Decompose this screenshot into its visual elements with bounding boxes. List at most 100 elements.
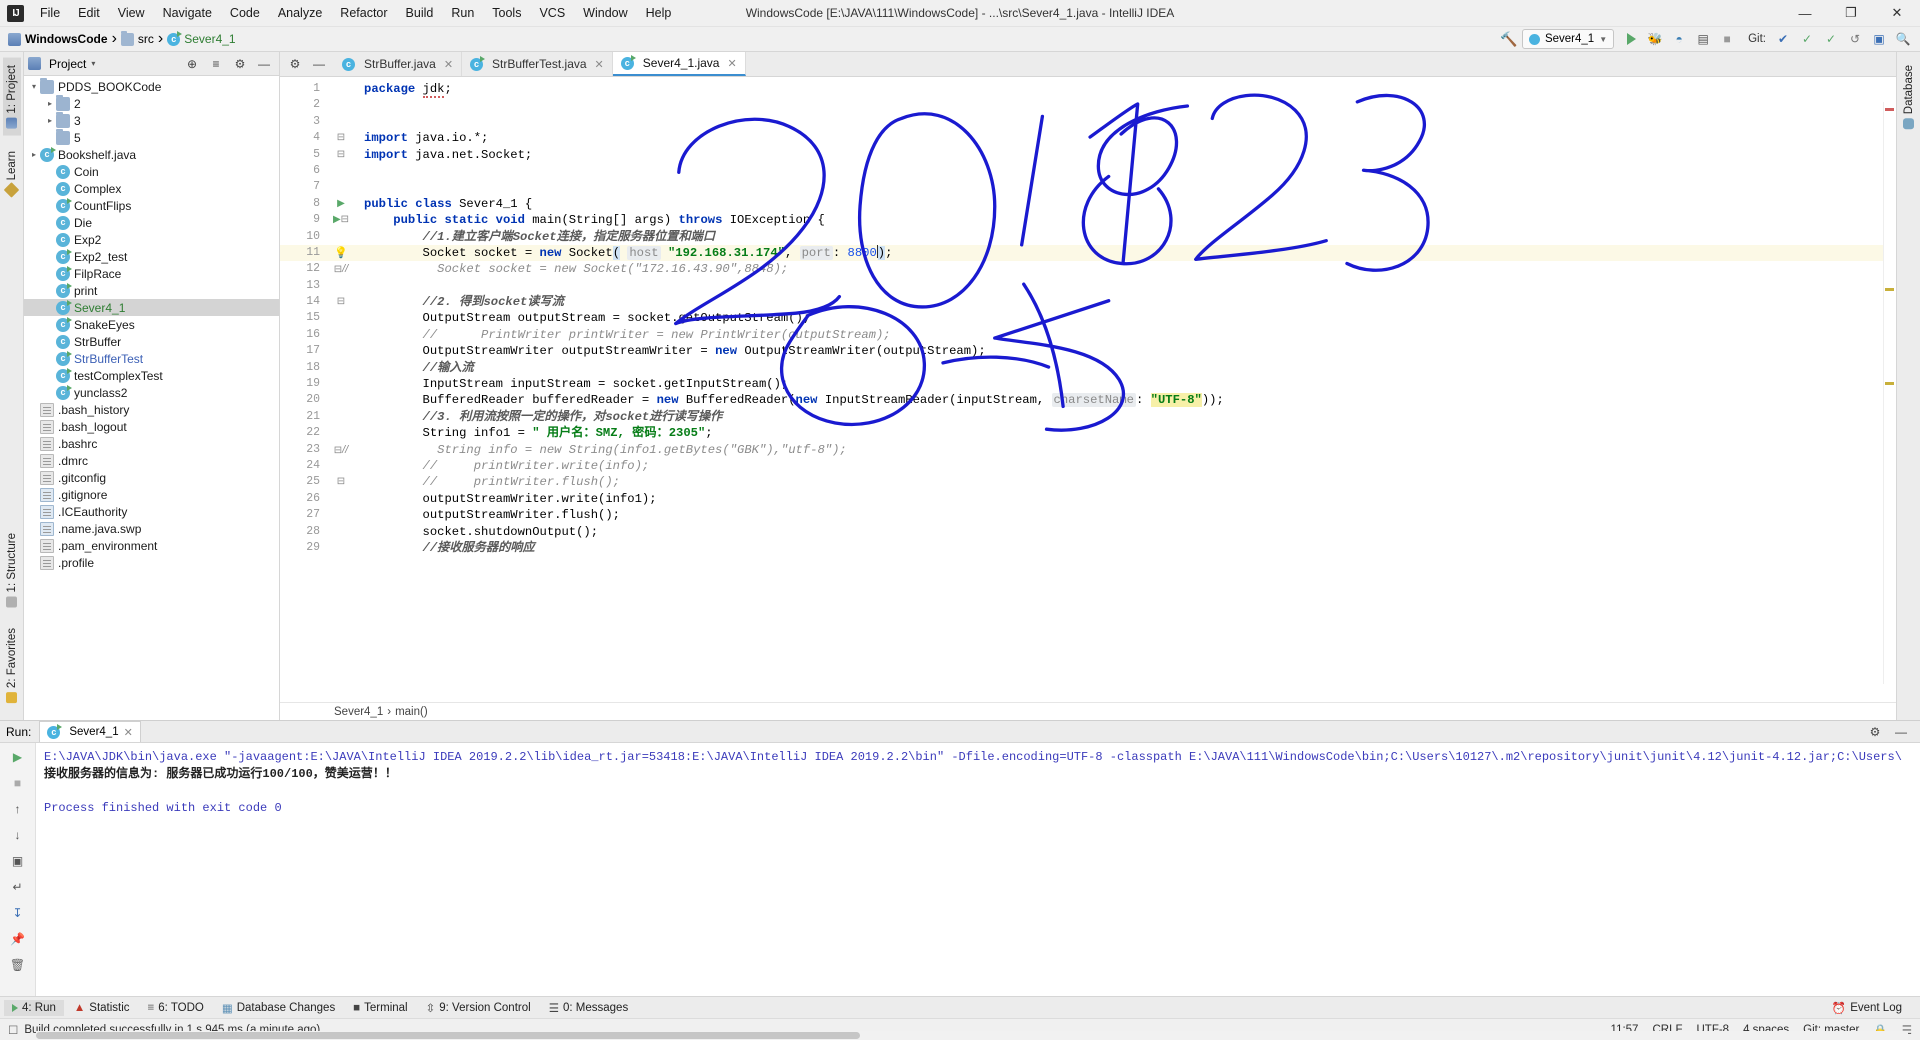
code-line[interactable]: OutputStreamWriter outputStreamWriter = …: [356, 343, 1896, 359]
code-line[interactable]: InputStream inputStream = socket.getInpu…: [356, 376, 1896, 392]
up-stack-icon[interactable]: ↑: [7, 799, 29, 819]
code-line[interactable]: OutputStream outputStream = socket.getOu…: [356, 310, 1896, 326]
pin-icon[interactable]: 📌: [7, 929, 29, 949]
tree-node[interactable]: c FilpRace: [24, 265, 279, 282]
menu-code[interactable]: Code: [221, 0, 269, 26]
menu-analyze[interactable]: Analyze: [269, 0, 331, 26]
tree-expand-arrow-icon[interactable]: ▸: [44, 116, 56, 125]
collapse-all-icon[interactable]: ≡: [205, 53, 227, 74]
fold-icon[interactable]: ⊟: [334, 264, 342, 275]
tree-node[interactable]: c StrBufferTest: [24, 350, 279, 367]
bottom-tab-todo[interactable]: ≡ 6: TODO: [140, 1000, 212, 1016]
menu-run[interactable]: Run: [442, 0, 483, 26]
stop-button[interactable]: ■: [1716, 29, 1738, 50]
tree-node[interactable]: .bash_history: [24, 401, 279, 418]
run-button[interactable]: [1620, 29, 1642, 50]
close-icon[interactable]: ✕: [727, 57, 736, 70]
fold-icon[interactable]: ⊟: [337, 132, 345, 143]
tree-node[interactable]: .dmrc: [24, 452, 279, 469]
tab-sever4-1[interactable]: c Sever4_1.java ✕: [612, 52, 746, 76]
code-line[interactable]: outputStreamWriter.flush();: [356, 507, 1896, 523]
gutter-run-fold-marker[interactable]: ▶⊟: [326, 212, 356, 228]
code-line[interactable]: Socket socket = new Socket( host "192.16…: [356, 244, 1896, 262]
sidebar-item-project[interactable]: 1: Project: [2, 58, 21, 136]
menu-build[interactable]: Build: [397, 0, 443, 26]
bottom-tab-version-control[interactable]: ⇳ 9: Version Control: [418, 999, 539, 1017]
rerun-icon[interactable]: ▶: [7, 747, 29, 767]
bottom-tab-database-changes[interactable]: ▦ Database Changes: [214, 999, 343, 1017]
gutter-fold-marker[interactable]: ⊟: [326, 294, 356, 310]
chevron-down-icon[interactable]: ▾: [91, 59, 95, 68]
tree-node[interactable]: .ICEauthority: [24, 503, 279, 520]
settings-icon[interactable]: ⚙: [1864, 721, 1886, 742]
code-line[interactable]: //3. 利用流按照一定的操作，对socket进行读写操作: [356, 409, 1896, 425]
tree-node[interactable]: .name.java.swp: [24, 520, 279, 537]
bottom-tab-terminal[interactable]: ■ Terminal: [345, 1000, 415, 1016]
run-configuration-selector[interactable]: Sever4_1 ▼: [1521, 29, 1615, 49]
gutter-fold-marker[interactable]: ⊟: [326, 474, 356, 490]
console-output[interactable]: E:\JAVA\JDK\bin\java.exe "-javaagent:E:\…: [36, 743, 1920, 996]
build-hammer-icon[interactable]: 🔨: [1498, 29, 1520, 50]
code-line[interactable]: [356, 179, 1896, 195]
tree-node[interactable]: c Coin: [24, 163, 279, 180]
tree-node[interactable]: c yunclass2: [24, 384, 279, 401]
breadcrumb-method-name[interactable]: main(): [395, 706, 428, 718]
tree-expand-arrow-icon[interactable]: ▸: [44, 99, 56, 108]
tree-node[interactable]: c Die: [24, 214, 279, 231]
tree-node[interactable]: .gitconfig: [24, 469, 279, 486]
hide-icon[interactable]: —: [308, 54, 330, 75]
tree-node[interactable]: ▸ c Bookshelf.java: [24, 146, 279, 163]
tree-node[interactable]: ▸ 2: [24, 94, 279, 112]
tree-node[interactable]: c print: [24, 282, 279, 299]
menu-help[interactable]: Help: [637, 0, 681, 26]
down-stack-icon[interactable]: ↓: [7, 825, 29, 845]
close-icon[interactable]: ✕: [595, 58, 604, 71]
gutter-fold-comment-marker[interactable]: ⊟//: [326, 442, 356, 458]
event-log-button[interactable]: ⏰ Event Log: [1824, 999, 1910, 1017]
code-line[interactable]: import java.net.Socket;: [356, 147, 1896, 163]
breadcrumb-class[interactable]: c Sever4_1: [163, 30, 239, 47]
stop-icon[interactable]: ■: [7, 773, 29, 793]
console-horizontal-scrollbar[interactable]: [36, 1031, 1908, 1040]
code-line[interactable]: //输入流: [356, 360, 1896, 376]
fold-icon[interactable]: ⊟: [341, 214, 349, 225]
tree-node[interactable]: c Exp2: [24, 231, 279, 248]
fold-icon[interactable]: ⊟: [337, 296, 345, 307]
fold-icon[interactable]: ⊟: [337, 476, 345, 487]
tree-node[interactable]: 5: [24, 128, 279, 146]
tree-node[interactable]: c Sever4_1: [24, 299, 279, 316]
gutter-fold-comment-marker[interactable]: ⊟//: [326, 261, 356, 277]
tree-node[interactable]: c SnakeEyes: [24, 316, 279, 333]
breadcrumb-class-name[interactable]: Sever4_1: [334, 706, 383, 718]
sidebar-item-favorites[interactable]: 2: Favorites: [3, 621, 21, 710]
code-line[interactable]: import java.io.*;: [356, 130, 1896, 146]
bottom-tab-messages[interactable]: ☰ 0: Messages: [541, 999, 637, 1017]
scroll-end-icon[interactable]: ↧: [7, 903, 29, 923]
sidebar-item-structure[interactable]: 1: Structure: [3, 526, 21, 614]
gutter-run-marker[interactable]: ▶: [326, 196, 356, 212]
close-button[interactable]: ✕: [1874, 0, 1920, 26]
vcs-update-button[interactable]: ✔: [1772, 29, 1794, 50]
vcs-rollback-button[interactable]: ↺: [1844, 29, 1866, 50]
sidebar-item-database[interactable]: Database: [1900, 58, 1918, 136]
code-line[interactable]: String info = new String(info1.getBytes(…: [356, 442, 1896, 458]
code-line[interactable]: [356, 114, 1896, 130]
gutter-intention-marker[interactable]: 💡: [326, 244, 356, 262]
tab-strbuffertest[interactable]: c StrBufferTest.java ✕: [462, 52, 613, 76]
tree-node[interactable]: .bash_logout: [24, 418, 279, 435]
code-line[interactable]: public static void main(String[] args) t…: [356, 212, 1896, 228]
error-marker[interactable]: [1885, 108, 1894, 111]
debug-button[interactable]: 🐝: [1644, 29, 1666, 50]
fold-icon[interactable]: ⊟: [337, 149, 345, 160]
menu-window[interactable]: Window: [574, 0, 636, 26]
settings-icon[interactable]: ⚙: [284, 54, 306, 75]
sidebar-item-learn[interactable]: Learn: [3, 144, 21, 202]
tree-node[interactable]: ▸ 3: [24, 111, 279, 129]
tree-expand-arrow-icon[interactable]: ▾: [28, 82, 40, 91]
tree-node[interactable]: .gitignore: [24, 486, 279, 503]
vcs-push-button[interactable]: ✓: [1820, 29, 1842, 50]
bottom-tab-statistic[interactable]: ▲ Statistic: [66, 1000, 138, 1016]
vcs-commit-button[interactable]: ✓: [1796, 29, 1818, 50]
hide-icon[interactable]: —: [1890, 721, 1912, 742]
gutter-fold-marker[interactable]: ⊟: [326, 130, 356, 146]
